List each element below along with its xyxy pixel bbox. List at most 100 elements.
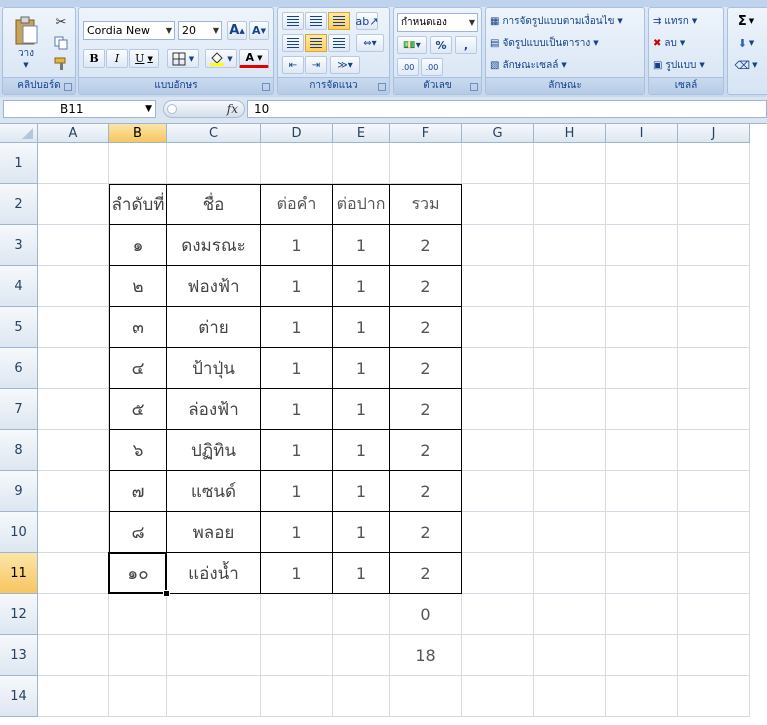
cell-a9[interactable] (38, 471, 109, 512)
align-left-button[interactable] (282, 34, 304, 52)
cell-e4[interactable]: 1 (333, 266, 390, 307)
cell-i8[interactable] (606, 430, 678, 471)
cell-a11[interactable] (38, 553, 109, 594)
cell-h11[interactable] (534, 553, 606, 594)
row-header-4[interactable]: 4 (0, 266, 38, 307)
cell-a5[interactable] (38, 307, 109, 348)
cell-h5[interactable] (534, 307, 606, 348)
cell-i11[interactable] (606, 553, 678, 594)
align-middle-button[interactable] (305, 12, 327, 30)
cell-a4[interactable] (38, 266, 109, 307)
fill-button[interactable]: ⬇ ▼ (732, 34, 760, 52)
cell-g2[interactable] (462, 184, 534, 225)
cell-c14[interactable] (167, 676, 261, 717)
cell-a3[interactable] (38, 225, 109, 266)
cell-i12[interactable] (606, 594, 678, 635)
alignment-launcher-button[interactable] (378, 83, 386, 91)
cell-e1[interactable] (333, 143, 390, 184)
cell-c9[interactable]: แซนด์ (167, 471, 261, 512)
cell-e8[interactable]: 1 (333, 430, 390, 471)
column-header-c[interactable]: C (167, 124, 261, 143)
cell-d9[interactable]: 1 (261, 471, 333, 512)
cell-f11[interactable]: 2 (390, 553, 462, 594)
cell-i3[interactable] (606, 225, 678, 266)
cell-e5[interactable]: 1 (333, 307, 390, 348)
row-header-13[interactable]: 13 (0, 635, 38, 676)
cell-a12[interactable] (38, 594, 109, 635)
cell-a7[interactable] (38, 389, 109, 430)
cell-a14[interactable] (38, 676, 109, 717)
name-box[interactable]: B11 ▼ (3, 100, 156, 118)
comma-button[interactable]: , (455, 36, 477, 54)
cell-d5[interactable]: 1 (261, 307, 333, 348)
cell-b7[interactable]: ๕ (109, 389, 167, 430)
cell-i6[interactable] (606, 348, 678, 389)
decrease-indent-button[interactable]: ⇤ (282, 56, 304, 74)
cell-e10[interactable]: 1 (333, 512, 390, 553)
decrease-decimal-button[interactable]: .00 (421, 58, 443, 76)
font-launcher-button[interactable] (262, 83, 270, 91)
align-top-button[interactable] (282, 12, 304, 30)
cell-a6[interactable] (38, 348, 109, 389)
cell-j8[interactable] (678, 430, 750, 471)
fill-handle[interactable] (163, 590, 170, 597)
copy-button[interactable] (51, 34, 71, 52)
cell-c13[interactable] (167, 635, 261, 676)
cell-j9[interactable] (678, 471, 750, 512)
row-header-7[interactable]: 7 (0, 389, 38, 430)
row-header-10[interactable]: 10 (0, 512, 38, 553)
cell-f10[interactable]: 2 (390, 512, 462, 553)
cell-a8[interactable] (38, 430, 109, 471)
increase-decimal-button[interactable]: .00 (397, 58, 419, 76)
cell-c11[interactable]: แอ่งน้ำ (167, 553, 261, 594)
cell-g3[interactable] (462, 225, 534, 266)
cell-j13[interactable] (678, 635, 750, 676)
cell-c2[interactable]: ชื่อ (167, 184, 261, 225)
cell-i5[interactable] (606, 307, 678, 348)
cell-b5[interactable]: ๓ (109, 307, 167, 348)
cell-g4[interactable] (462, 266, 534, 307)
cell-b11[interactable]: ๑๐ (109, 553, 167, 594)
cell-c10[interactable]: พลอย (167, 512, 261, 553)
cell-g14[interactable] (462, 676, 534, 717)
cell-j4[interactable] (678, 266, 750, 307)
cell-c5[interactable]: ต่าย (167, 307, 261, 348)
borders-button[interactable]: ▼ (167, 49, 199, 68)
cell-f2[interactable]: รวม (390, 184, 462, 225)
cell-g11[interactable] (462, 553, 534, 594)
cell-d12[interactable] (261, 594, 333, 635)
cell-b12[interactable] (109, 594, 167, 635)
cell-h1[interactable] (534, 143, 606, 184)
column-header-f[interactable]: F (390, 124, 462, 143)
cell-c6[interactable]: ป้าปุ่น (167, 348, 261, 389)
cell-f6[interactable]: 2 (390, 348, 462, 389)
autosum-button[interactable]: Σ ▼ (732, 12, 760, 30)
insert-cells-button[interactable]: ⇉ แทรก ▼ (653, 12, 721, 30)
cell-b9[interactable]: ๗ (109, 471, 167, 512)
cell-e7[interactable]: 1 (333, 389, 390, 430)
cell-c4[interactable]: ฟองฟ้า (167, 266, 261, 307)
align-bottom-button[interactable] (328, 12, 350, 30)
cell-j7[interactable] (678, 389, 750, 430)
cell-i2[interactable] (606, 184, 678, 225)
cell-j1[interactable] (678, 143, 750, 184)
cell-a1[interactable] (38, 143, 109, 184)
column-header-j[interactable]: J (678, 124, 750, 143)
cell-h12[interactable] (534, 594, 606, 635)
align-center-button[interactable] (305, 34, 327, 52)
percent-button[interactable]: % (430, 36, 452, 54)
cell-e3[interactable]: 1 (333, 225, 390, 266)
cell-j6[interactable] (678, 348, 750, 389)
font-name-combo[interactable]: Cordia New ▼ (83, 21, 175, 40)
column-header-b[interactable]: B (109, 124, 167, 143)
cell-f4[interactable]: 2 (390, 266, 462, 307)
align-right-button[interactable] (328, 34, 350, 52)
row-header-5[interactable]: 5 (0, 307, 38, 348)
cell-h6[interactable] (534, 348, 606, 389)
cell-j3[interactable] (678, 225, 750, 266)
row-header-3[interactable]: 3 (0, 225, 38, 266)
font-color-button[interactable]: A ▼ (239, 49, 269, 68)
cell-d11[interactable]: 1 (261, 553, 333, 594)
row-header-6[interactable]: 6 (0, 348, 38, 389)
column-header-g[interactable]: G (462, 124, 534, 143)
